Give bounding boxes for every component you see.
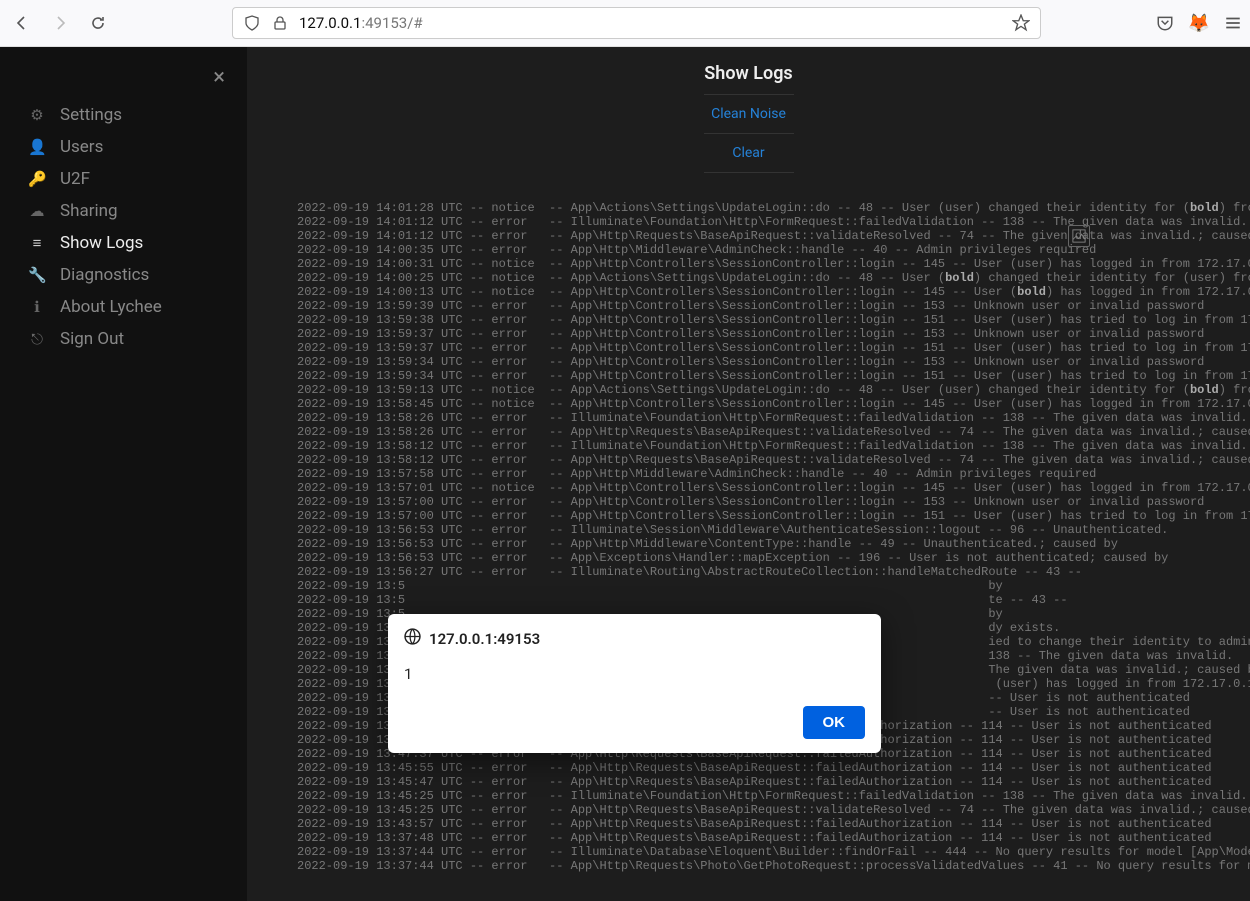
sidebar-item-label: Sign Out xyxy=(60,329,124,349)
gear-icon: ⚙ xyxy=(28,106,46,124)
user-icon: 👤 xyxy=(28,138,46,156)
sidebar-item-label: Settings xyxy=(60,105,122,125)
back-button[interactable] xyxy=(8,9,36,37)
log-line: 2022-09-19 14:01:12 UTC -- error -- App\… xyxy=(297,229,1250,243)
pocket-icon[interactable] xyxy=(1156,14,1174,32)
log-line: 2022-09-19 13:45:25 UTC -- error -- App\… xyxy=(297,803,1250,817)
lock-icon xyxy=(271,14,289,32)
forward-button[interactable] xyxy=(46,9,74,37)
log-line: 2022-09-19 13:59:37 UTC -- error -- App\… xyxy=(297,327,1250,341)
browser-chrome: 127.0.0.1:49153/# 🦊 xyxy=(0,0,1250,47)
globe-icon xyxy=(404,628,421,649)
log-line: 2022-09-19 13:37:44 UTC -- error -- Illu… xyxy=(297,845,1250,859)
sidebar-item-diagnostics[interactable]: 🔧 Diagnostics xyxy=(0,259,247,291)
close-sidebar-button[interactable]: × xyxy=(213,65,225,90)
alert-host: 127.0.0.1:49153 xyxy=(429,630,540,648)
fox-extension-icon[interactable]: 🦊 xyxy=(1190,14,1208,32)
signout-icon: ⎋ xyxy=(28,330,46,348)
log-line: 2022-09-19 13:57:01 UTC -- notice -- App… xyxy=(297,481,1250,495)
image-placeholder-icon xyxy=(1068,225,1090,247)
log-line: 2022-09-19 13:59:37 UTC -- error -- App\… xyxy=(297,341,1250,355)
log-line: 2022-09-19 13:45:55 UTC -- error -- App\… xyxy=(297,761,1250,775)
info-icon: ℹ xyxy=(28,298,46,316)
sidebar-item-label: Diagnostics xyxy=(60,265,149,285)
url-text: 127.0.0.1:49153/# xyxy=(299,14,1002,32)
sidebar-item-label: Users xyxy=(60,137,103,157)
log-line: 2022-09-19 13:58:12 UTC -- error -- App\… xyxy=(297,453,1250,467)
sidebar-item-about-lychee[interactable]: ℹ About Lychee xyxy=(0,291,247,323)
log-line: 2022-09-19 13:56:53 UTC -- error -- App\… xyxy=(297,537,1250,551)
log-line: 2022-09-19 14:01:12 UTC -- error -- Illu… xyxy=(297,215,1250,229)
log-line: 2022-09-19 14:00:25 UTC -- notice -- App… xyxy=(297,271,1250,285)
log-line: 2022-09-19 13:45:47 UTC -- error -- App\… xyxy=(297,775,1250,789)
log-line: 2022-09-19 14:01:28 UTC -- notice -- App… xyxy=(297,201,1250,215)
log-line: 2022-09-19 13:58:45 UTC -- notice -- App… xyxy=(297,397,1250,411)
alert-ok-button[interactable]: OK xyxy=(803,706,866,739)
log-line: 2022-09-19 14:00:35 UTC -- error -- App\… xyxy=(297,243,1250,257)
sidebar-item-sharing[interactable]: ☁ Sharing xyxy=(0,195,247,227)
log-line: 2022-09-19 14:00:13 UTC -- notice -- App… xyxy=(297,285,1250,299)
log-line: 2022-09-19 13:58:26 UTC -- error -- Illu… xyxy=(297,411,1250,425)
log-line: 2022-09-19 13:45:25 UTC -- error -- Illu… xyxy=(297,789,1250,803)
log-line: 2022-09-19 13:59:34 UTC -- error -- App\… xyxy=(297,369,1250,383)
menu-icon[interactable] xyxy=(1224,14,1242,32)
cloud-icon: ☁ xyxy=(28,202,46,220)
log-line: 2022-09-19 13:57:58 UTC -- error -- App\… xyxy=(297,467,1250,481)
alert-dialog: 127.0.0.1:49153 1 OK xyxy=(388,614,881,753)
log-line: 2022-09-19 13:56:27 UTC -- error -- Illu… xyxy=(297,565,1250,579)
sidebar-item-settings[interactable]: ⚙ Settings xyxy=(0,99,247,131)
list-icon: ≡ xyxy=(28,234,46,252)
log-line: 2022-09-19 13:56:53 UTC -- error -- App\… xyxy=(297,551,1250,565)
log-line: 2022-09-19 13:58:12 UTC -- error -- Illu… xyxy=(297,439,1250,453)
reload-button[interactable] xyxy=(84,9,112,37)
wrench-icon: 🔧 xyxy=(28,266,46,284)
log-line: 2022-09-19 13:59:34 UTC -- error -- App\… xyxy=(297,355,1250,369)
sidebar-item-u2f[interactable]: 🔑 U2F xyxy=(0,163,247,195)
log-output: 2022-09-19 14:01:28 UTC -- notice -- App… xyxy=(247,201,1250,873)
shield-icon xyxy=(243,14,261,32)
log-line: 2022-09-19 13:59:39 UTC -- error -- App\… xyxy=(297,299,1250,313)
log-line: 2022-09-19 13:59:38 UTC -- error -- App\… xyxy=(297,313,1250,327)
key-icon: 🔑 xyxy=(28,170,46,188)
page-title: Show Logs xyxy=(247,47,1250,94)
sidebar: × ⚙ Settings 👤 Users 🔑 U2F ☁ Sharing ≡ Show Logs 🔧… xyxy=(0,47,247,901)
bookmark-star-icon[interactable] xyxy=(1012,14,1030,32)
log-line: 2022-09-19 13:43:57 UTC -- error -- App\… xyxy=(297,817,1250,831)
log-line: 2022-09-19 13:56:53 UTC -- error -- Illu… xyxy=(297,523,1250,537)
sidebar-item-label: Sharing xyxy=(60,201,118,221)
log-line: 2022-09-19 13:57:00 UTC -- error -- App\… xyxy=(297,509,1250,523)
main-content: Show Logs Clean Noise Clear 2022-09-19 1… xyxy=(247,47,1250,901)
log-line: 2022-09-19 13:37:44 UTC -- error -- App\… xyxy=(297,859,1250,873)
sidebar-item-label: U2F xyxy=(60,169,90,189)
log-line: 2022-09-19 13:57:00 UTC -- error -- App\… xyxy=(297,495,1250,509)
log-line: 2022-09-19 13:5 by xyxy=(297,579,1250,593)
clear-link[interactable]: Clear xyxy=(704,133,794,173)
sidebar-item-label: About Lychee xyxy=(60,297,162,317)
log-line: 2022-09-19 13:59:13 UTC -- notice -- App… xyxy=(297,383,1250,397)
url-bar[interactable]: 127.0.0.1:49153/# xyxy=(232,7,1041,39)
log-line: 2022-09-19 14:00:31 UTC -- notice -- App… xyxy=(297,257,1250,271)
log-line: 2022-09-19 13:58:26 UTC -- error -- App\… xyxy=(297,425,1250,439)
log-line: 2022-09-19 13:37:48 UTC -- error -- App\… xyxy=(297,831,1250,845)
alert-message: 1 xyxy=(404,665,865,683)
sidebar-item-sign-out[interactable]: ⎋ Sign Out xyxy=(0,323,247,355)
log-line: 2022-09-19 13:5 te -- 43 -- xyxy=(297,593,1250,607)
sidebar-item-show-logs[interactable]: ≡ Show Logs xyxy=(0,227,247,259)
clean-noise-link[interactable]: Clean Noise xyxy=(704,94,794,133)
sidebar-item-label: Show Logs xyxy=(60,233,143,253)
sidebar-item-users[interactable]: 👤 Users xyxy=(0,131,247,163)
